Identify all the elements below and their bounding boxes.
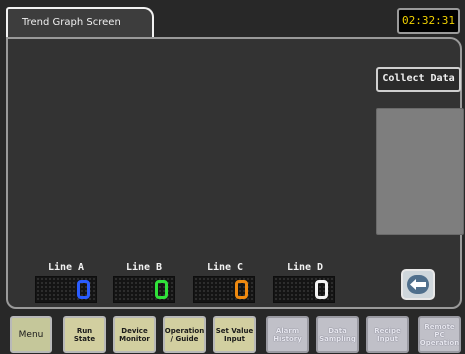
nav-operation-guide-button[interactable]: Operation / Guide [163,316,206,353]
line-a-digit [77,280,90,299]
line-d-display [273,276,335,303]
nav-alarm-history-label: Alarm History [273,326,302,343]
clock-display: 02:32:31 [397,8,460,34]
nav-menu-button[interactable]: Menu [10,316,52,353]
line-c-display [193,276,255,303]
line-c-label: Line C [206,262,244,273]
line-b-label: Line B [125,262,163,273]
line-a-label: Line A [47,262,85,273]
trend-graph-screen: Trend Graph Screen 02:32:31 Collect Data… [0,0,465,354]
nav-device-monitor-label: Device Monitor [119,326,150,343]
clock-time: 02:32:31 [402,14,455,27]
side-panel [376,108,464,235]
nav-menu-label: Menu [18,329,44,340]
nav-run-state-button[interactable]: Run State [63,316,106,353]
nav-set-value-input-button[interactable]: Set Value Input [213,316,256,353]
nav-data-sampling-button[interactable]: Data Sampling [316,316,359,353]
nav-run-state-label: Run State [73,326,96,343]
nav-remote-pc-operation-label: Remote PC Operation [419,322,460,347]
line-d-label: Line D [286,262,324,273]
return-button[interactable] [401,269,435,300]
line-b-display [113,276,175,303]
line-b-digit [155,280,168,299]
screen-title-tab: Trend Graph Screen [6,7,154,37]
arrow-left-icon [410,279,426,290]
line-a-display [35,276,97,303]
bottom-nav-bar: Menu Run State Device Monitor Operation … [0,313,465,354]
nav-remote-pc-operation-button[interactable]: Remote PC Operation [418,316,461,353]
nav-operation-guide-label: Operation / Guide [164,326,205,343]
screen-title: Trend Graph Screen [22,17,121,28]
nav-device-monitor-button[interactable]: Device Monitor [113,316,156,353]
nav-data-sampling-label: Data Sampling [319,326,356,343]
line-c-digit [235,280,248,299]
nav-recipe-input-label: Recipe Input [374,326,401,343]
collect-data-button[interactable]: Collect Data [376,67,461,92]
line-d-digit [315,280,328,299]
nav-set-value-input-label: Set Value Input [215,326,254,343]
nav-recipe-input-button[interactable]: Recipe Input [366,316,409,353]
nav-alarm-history-button[interactable]: Alarm History [266,316,309,353]
